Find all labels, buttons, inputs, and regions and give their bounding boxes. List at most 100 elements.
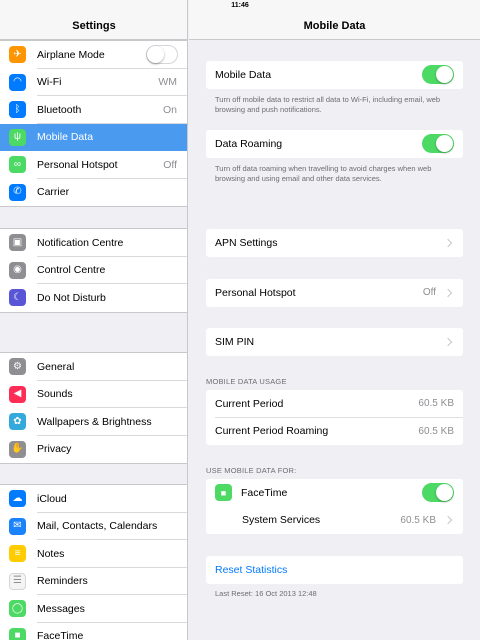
- message-icon: ◯: [9, 600, 26, 618]
- personal-hotspot-value: Off: [422, 287, 436, 299]
- reset-card: Reset Statistics: [206, 556, 463, 584]
- usage-card: Current Period 60.5 KB Current Period Ro…: [206, 390, 463, 445]
- sidebar-item-icloud[interactable]: ☁ iCloud: [0, 485, 187, 513]
- hotspot-icon: ∞: [9, 156, 26, 174]
- mobile-data-label: Mobile Data: [215, 68, 272, 81]
- sidebar-item-label: FaceTime: [37, 630, 84, 640]
- phone-icon: ✆: [9, 183, 26, 201]
- sidebar-item-label: Wallpapers & Brightness: [37, 415, 152, 428]
- notification-icon: ▣: [9, 234, 26, 252]
- sidebar-item-do-not-disturb[interactable]: ☾ Do Not Disturb: [0, 284, 187, 312]
- sidebar-item-value: Off: [163, 158, 177, 171]
- sidebar-item-mobile-data[interactable]: ψ Mobile Data: [0, 123, 187, 151]
- sidebar-item-notification-centre[interactable]: ▣ Notification Centre: [0, 229, 187, 257]
- sidebar-item-label: Mobile Data: [37, 131, 94, 144]
- chevron-right-icon: [443, 516, 453, 525]
- current-period-roaming-label: Current Period Roaming: [215, 425, 329, 438]
- status-bar: 11:46: [0, 0, 480, 12]
- sidebar-group: ☁ iCloud ✉ Mail, Contacts, Calendars ≡ Notes ☰…: [0, 484, 187, 640]
- apn-settings-label: APN Settings: [215, 236, 278, 249]
- data-roaming-label: Data Roaming: [215, 137, 283, 150]
- sidebar-item-label: Personal Hotspot: [37, 158, 118, 171]
- airplane-mode-toggle[interactable]: [146, 45, 178, 65]
- apn-settings-row[interactable]: APN Settings: [206, 229, 463, 257]
- data-roaming-card: Data Roaming: [206, 130, 463, 158]
- sidebar-item-label: Bluetooth: [37, 103, 82, 116]
- sidebar-group: ⚙ General ◀ Sounds ✿ Wallpapers & Brightness ✋…: [0, 352, 187, 464]
- sidebar-item-wallpapers-brightness[interactable]: ✿ Wallpapers & Brightness: [0, 408, 187, 436]
- speaker-icon: ◀: [9, 385, 26, 403]
- facetime-data-toggle[interactable]: [422, 483, 454, 503]
- reset-statistics-row[interactable]: Reset Statistics: [206, 556, 463, 584]
- chevron-right-icon: [443, 238, 453, 247]
- gear-icon: ⚙: [9, 358, 26, 376]
- personal-hotspot-row[interactable]: Personal Hotspot Off: [206, 279, 463, 307]
- system-services-row[interactable]: System Services 60.5 KB: [206, 507, 463, 535]
- sidebar-item-wifi[interactable]: ◠ Wi-Fi WM: [0, 69, 187, 96]
- data-roaming-row: Data Roaming: [206, 130, 463, 158]
- sidebar-item-control-centre[interactable]: ◉ Control Centre: [0, 257, 187, 284]
- sidebar-item-label: Airplane Mode: [37, 48, 105, 61]
- sidebar-item-sounds[interactable]: ◀ Sounds: [0, 381, 187, 408]
- notes-icon: ≡: [9, 545, 26, 563]
- system-services-value: 60.5 KB: [400, 514, 436, 526]
- sidebar-item-carrier[interactable]: ✆ Carrier: [0, 179, 187, 207]
- chevron-right-icon: [443, 337, 453, 346]
- sidebar-item-label: iCloud: [37, 492, 67, 505]
- sidebar-item-label: Do Not Disturb: [37, 291, 106, 304]
- sidebar-item-value: WM: [158, 76, 177, 89]
- cloud-icon: ☁: [9, 490, 26, 508]
- toggle-knob: [436, 135, 453, 153]
- status-time: 11:46: [231, 2, 249, 9]
- data-roaming-note: Turn off data roaming when travelling to…: [215, 164, 432, 183]
- sim-pin-card: SIM PIN: [206, 328, 463, 356]
- sidebar-item-label: Reminders: [37, 575, 88, 588]
- current-period-roaming-value: 60.5 KB: [418, 425, 454, 437]
- sidebar-item-bluetooth[interactable]: ᛒ Bluetooth On: [0, 96, 187, 124]
- mail-icon: ✉: [9, 517, 26, 535]
- toggle-knob: [147, 46, 164, 64]
- sidebar-group: ✈ Airplane Mode ◠ Wi-Fi WM ᛒ Bluetooth On ψ Mobil…: [0, 40, 187, 207]
- sidebar-item-mail-contacts-calendars[interactable]: ✉ Mail, Contacts, Calendars: [0, 513, 187, 540]
- sidebar-item-reminders[interactable]: ☰ Reminders: [0, 568, 187, 595]
- sidebar-item-airplane-mode[interactable]: ✈ Airplane Mode: [0, 41, 187, 69]
- mobile-data-toggle[interactable]: [422, 65, 454, 85]
- sidebar-item-label: Control Centre: [37, 264, 106, 277]
- sidebar-item-label: Carrier: [37, 186, 70, 199]
- sidebar-item-notes[interactable]: ≡ Notes: [0, 540, 187, 568]
- sidebar-item-label: General: [37, 360, 75, 373]
- sidebar-item-privacy[interactable]: ✋ Privacy: [0, 436, 187, 464]
- sidebar-item-facetime[interactable]: ■ FaceTime: [0, 623, 187, 640]
- system-services-label: System Services: [242, 514, 321, 527]
- current-period-roaming-row: Current Period Roaming 60.5 KB: [206, 418, 463, 446]
- facetime-data-row: ■ FaceTime: [206, 479, 463, 507]
- mobile-data-note: Turn off mobile data to restrict all dat…: [215, 95, 441, 114]
- sim-pin-row[interactable]: SIM PIN: [206, 328, 463, 356]
- wifi-icon: ◠: [9, 73, 26, 91]
- flower-icon: ✿: [9, 413, 26, 431]
- sidebar-item-label: Mail, Contacts, Calendars: [37, 520, 158, 533]
- sidebar-item-personal-hotspot[interactable]: ∞ Personal Hotspot Off: [0, 151, 187, 179]
- mobile-data-row: Mobile Data: [206, 61, 463, 89]
- hand-icon: ✋: [9, 440, 26, 458]
- camera-icon: ■: [215, 484, 232, 502]
- control-icon: ◉: [9, 261, 26, 279]
- mobile-data-detail: Mobile Data Mobile Data Turn off mobile …: [189, 0, 480, 640]
- sidebar-item-label: Wi-Fi: [37, 76, 62, 89]
- current-period-value: 60.5 KB: [418, 398, 454, 410]
- list-icon: ☰: [9, 572, 26, 590]
- sidebar-item-value: On: [162, 103, 177, 116]
- data-roaming-toggle[interactable]: [422, 134, 454, 154]
- mobile-data-card: Mobile Data: [206, 61, 463, 89]
- personal-hotspot-label: Personal Hotspot: [215, 286, 296, 299]
- current-period-label: Current Period: [215, 397, 284, 410]
- reset-statistics-button[interactable]: Reset Statistics: [215, 564, 463, 576]
- sidebar-item-label: Sounds: [37, 388, 73, 401]
- use-for-card: ■ FaceTime System Services 60.5 KB: [206, 479, 463, 534]
- moon-icon: ☾: [9, 289, 26, 307]
- chevron-right-icon: [443, 288, 453, 297]
- settings-sidebar: Settings ✈ Airplane Mode ◠ Wi-Fi WM ᛒ Bluetoot…: [0, 0, 188, 640]
- sidebar-item-general[interactable]: ⚙ General: [0, 353, 187, 381]
- sidebar-item-messages[interactable]: ◯ Messages: [0, 595, 187, 623]
- toggle-knob: [436, 66, 453, 84]
